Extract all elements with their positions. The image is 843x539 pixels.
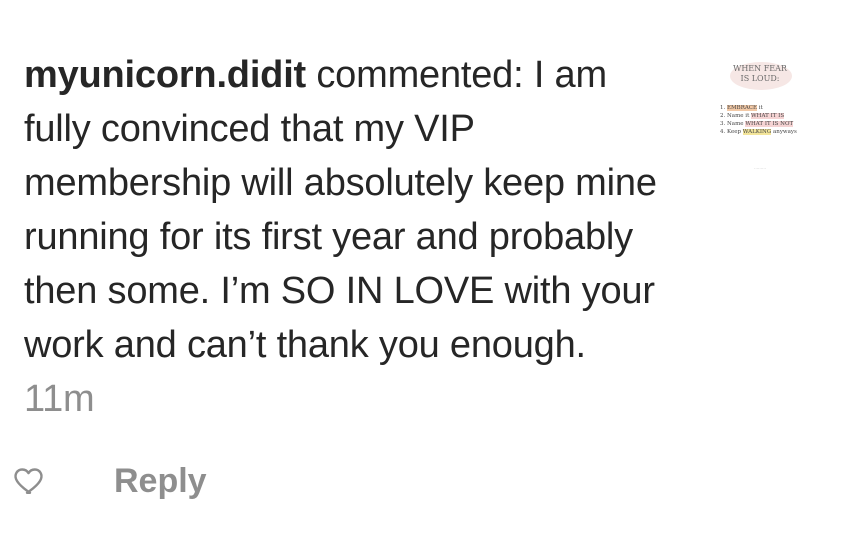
thumbnail-title-line: WHEN FEAR bbox=[733, 64, 787, 73]
thumbnail-list-item: 3. Name WHAT IT IS NOT bbox=[720, 121, 794, 127]
like-button[interactable] bbox=[12, 462, 48, 498]
comment-action: commented: bbox=[316, 54, 524, 96]
heart-outline-icon bbox=[14, 468, 43, 494]
comment-timestamp[interactable]: 11m bbox=[24, 378, 95, 420]
thumbnail-list: 1. EMBRACE it 2. Name it WHAT IT IS 3. N… bbox=[720, 104, 808, 136]
thumbnail-title: WHEN FEAR IS LOUD: bbox=[712, 64, 808, 84]
thumbnail-title-line: IS LOUD: bbox=[740, 74, 780, 83]
thumbnail-list-item: 1. EMBRACE it bbox=[720, 105, 763, 111]
reply-button[interactable]: Reply bbox=[114, 460, 207, 502]
comment-body: I am fully convinced that my VIP members… bbox=[24, 54, 657, 366]
post-thumbnail[interactable]: WHEN FEAR IS LOUD: 1. EMBRACE it 2. Name… bbox=[712, 58, 808, 188]
comment-actions: Reply bbox=[12, 460, 312, 502]
thumbnail-list-item: 4. Keep WALKING anyways bbox=[720, 129, 797, 135]
comment-text-block: myunicorn.didit commented: I am fully co… bbox=[24, 48, 664, 426]
thumbnail-credit-mark: ········· bbox=[754, 166, 766, 171]
thumbnail-list-item: 2. Name it WHAT IT IS bbox=[720, 113, 785, 119]
comment-username[interactable]: myunicorn.didit bbox=[24, 54, 306, 96]
